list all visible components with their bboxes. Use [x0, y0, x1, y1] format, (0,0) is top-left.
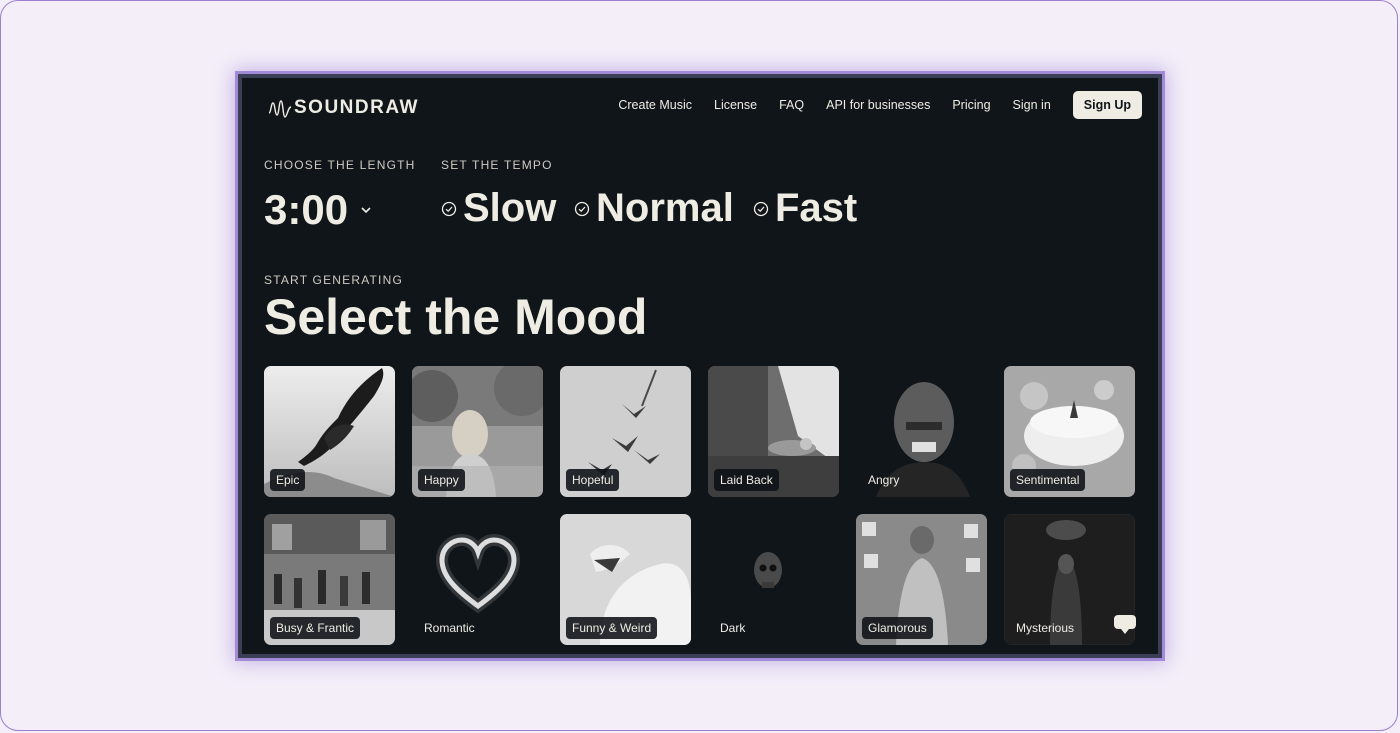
nav-sign-in[interactable]: Sign in [1013, 98, 1051, 112]
mood-tile-happy[interactable]: Happy [412, 366, 543, 497]
check-circle-icon [441, 201, 457, 217]
tile-label: Laid Back [714, 469, 779, 491]
tempo-label: SET THE TEMPO [441, 158, 553, 172]
tile-label: Sentimental [1010, 469, 1086, 491]
nav-create-music[interactable]: Create Music [618, 98, 692, 112]
tile-label: Angry [868, 473, 900, 487]
logo-text: SOUNDRAW [294, 97, 419, 118]
mood-title: Select the Mood [264, 289, 648, 345]
tile-label: Busy & Frantic [270, 617, 361, 639]
nav-faq[interactable]: FAQ [779, 98, 804, 112]
check-circle-icon [574, 201, 590, 217]
nav-license[interactable]: License [714, 98, 757, 112]
mood-tile-angry[interactable]: Angry [856, 366, 987, 497]
chat-bubble-icon[interactable] [1114, 615, 1136, 634]
tile-label: Glamorous [862, 617, 933, 639]
length-select[interactable]: 3:00 [264, 186, 372, 234]
tile-label: Epic [270, 469, 306, 491]
tile-label: Mysterious [1016, 621, 1075, 635]
tempo-slow-label: Slow [463, 186, 557, 230]
mood-tile-epic[interactable]: Epic [264, 366, 395, 497]
nav-api[interactable]: API for businesses [826, 98, 930, 112]
tempo-fast-label: Fast [775, 186, 858, 230]
length-value: 3:00 [264, 186, 349, 233]
tempo-normal-option[interactable]: Normal [574, 186, 734, 231]
tile-label: Funny & Weird [566, 617, 658, 639]
tile-label: Romantic [424, 621, 475, 635]
mood-tile-romantic[interactable]: Romantic [412, 514, 543, 645]
mood-tile-funny-weird[interactable]: Funny & Weird [560, 514, 691, 645]
check-circle-icon [753, 201, 769, 217]
mood-tile-hopeful[interactable]: Hopeful [560, 366, 691, 497]
tempo-slow-option[interactable]: Slow [441, 186, 556, 231]
top-nav: Create Music License FAQ API for busines… [618, 90, 1142, 120]
mood-tile-busy-frantic[interactable]: Busy & Frantic [264, 514, 395, 645]
tile-label: Dark [720, 621, 746, 635]
waveform-logo-icon [268, 100, 292, 118]
length-label: CHOOSE THE LENGTH [264, 158, 416, 172]
mood-tile-laid-back[interactable]: Laid Back [708, 366, 839, 497]
tempo-fast-option[interactable]: Fast [753, 186, 857, 231]
soundraw-logo[interactable]: SOUNDRAW [268, 96, 419, 120]
tile-label: Happy [418, 469, 465, 491]
tile-label: Hopeful [566, 469, 620, 491]
tempo-normal-label: Normal [596, 186, 734, 230]
sign-up-button[interactable]: Sign Up [1072, 91, 1142, 119]
mood-tile-dark[interactable]: Dark [708, 514, 839, 645]
mood-tile-sentimental[interactable]: Sentimental [1004, 366, 1135, 497]
mood-tile-glamorous[interactable]: Glamorous [856, 514, 987, 645]
start-generating-label: START GENERATING [264, 273, 403, 287]
app-window: SOUNDRAW Create Music License FAQ API fo… [238, 74, 1162, 658]
nav-pricing[interactable]: Pricing [952, 98, 990, 112]
chevron-down-icon [361, 207, 371, 214]
